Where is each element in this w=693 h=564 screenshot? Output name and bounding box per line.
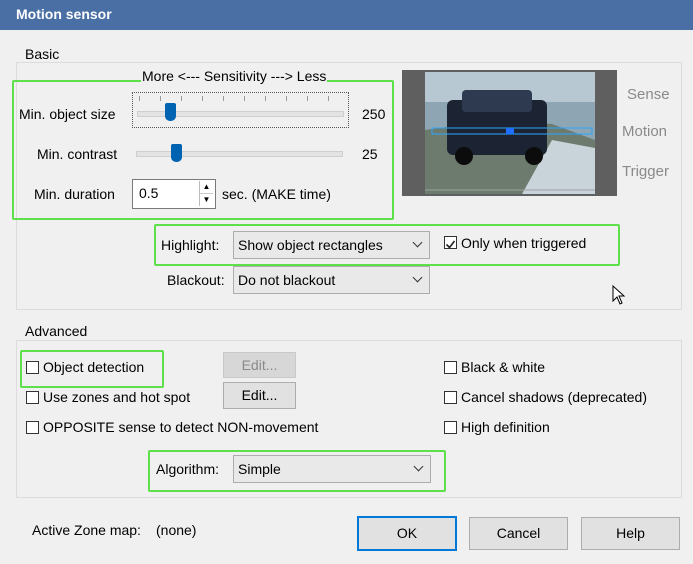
trigger-label: Trigger <box>622 163 669 180</box>
min-duration-spinner[interactable]: 0.5 ▲ ▼ <box>132 179 216 209</box>
high-definition-label[interactable]: High definition <box>461 419 550 435</box>
advanced-legend: Advanced <box>21 323 92 339</box>
use-zones-label[interactable]: Use zones and hot spot <box>43 389 190 405</box>
highlight-selected: Show object rectangles <box>238 237 383 253</box>
window-title: Motion sensor <box>16 6 112 22</box>
spin-down-button[interactable]: ▼ <box>199 194 213 206</box>
high-definition-checkbox[interactable] <box>444 421 457 434</box>
opposite-sense-label[interactable]: OPPOSITE sense to detect NON-movement <box>43 419 318 435</box>
motion-label: Motion <box>622 123 668 140</box>
slider-tick <box>181 96 182 101</box>
use-zones-checkbox[interactable] <box>26 391 39 404</box>
cancel-shadows-label[interactable]: Cancel shadows (deprecated) <box>461 389 647 405</box>
slider-tick <box>223 96 224 101</box>
only-when-triggered-checkbox[interactable] <box>444 236 457 249</box>
blackout-label: Blackout: <box>167 272 225 288</box>
object-detection-label[interactable]: Object detection <box>43 359 144 375</box>
sensitivity-caption: More <--- Sensitivity ---> Less <box>141 68 328 84</box>
blackout-selected: Do not blackout <box>238 272 336 288</box>
slider-track <box>136 151 343 157</box>
camera-preview <box>402 70 617 196</box>
camera-preview-image <box>425 72 595 194</box>
min-contrast-label: Min. contrast <box>37 146 118 162</box>
slider-tick <box>202 96 203 101</box>
slider-thumb[interactable] <box>171 144 182 162</box>
slider-tick <box>265 96 266 101</box>
black-white-checkbox[interactable] <box>444 361 457 374</box>
checkmark-icon <box>445 240 456 249</box>
opposite-sense-checkbox[interactable] <box>26 421 39 434</box>
blackout-dropdown[interactable]: Do not blackout <box>233 266 430 294</box>
slider-thumb[interactable] <box>165 103 176 121</box>
slider-tick <box>307 96 308 101</box>
slider-tick <box>160 96 161 101</box>
title-bar[interactable]: Motion sensor <box>0 0 693 30</box>
min-duration-label: Min. duration <box>34 186 115 202</box>
slider-tick <box>244 96 245 101</box>
min-object-size-label: Min. object size <box>19 106 116 122</box>
sense-label: Sense <box>627 86 670 103</box>
basic-legend: Basic <box>21 46 64 62</box>
use-zones-edit-button[interactable]: Edit... <box>223 382 296 409</box>
object-detection-edit-button[interactable]: Edit... <box>223 352 296 378</box>
min-contrast-value: 25 <box>362 146 378 162</box>
algorithm-dropdown[interactable]: Simple <box>233 455 431 483</box>
help-button[interactable]: Help <box>581 517 680 550</box>
spin-up-button[interactable]: ▲ <box>199 181 213 194</box>
min-duration-input[interactable]: 0.5 <box>139 185 158 201</box>
chevron-down-icon <box>412 237 423 248</box>
cancel-button[interactable]: Cancel <box>469 517 568 550</box>
min-contrast-slider[interactable] <box>132 136 347 164</box>
only-when-triggered-label[interactable]: Only when triggered <box>461 235 586 251</box>
min-object-size-slider[interactable] <box>132 92 349 128</box>
min-duration-unit: sec. (MAKE time) <box>222 186 331 202</box>
slider-tick <box>286 96 287 101</box>
chevron-down-icon <box>413 461 424 472</box>
chevron-down-icon <box>412 272 423 283</box>
black-white-label[interactable]: Black & white <box>461 359 545 375</box>
highlight-dropdown[interactable]: Show object rectangles <box>233 231 430 259</box>
algorithm-label: Algorithm: <box>156 461 220 477</box>
algorithm-selected: Simple <box>238 461 281 477</box>
ok-button[interactable]: OK <box>357 516 457 551</box>
highlight-label: Highlight: <box>161 237 220 253</box>
object-detection-checkbox[interactable] <box>26 361 39 374</box>
cancel-shadows-checkbox[interactable] <box>444 391 457 404</box>
mouse-cursor-icon <box>612 285 626 305</box>
slider-tick <box>139 96 140 101</box>
min-object-size-value: 250 <box>362 106 386 122</box>
active-zone-value: (none) <box>156 522 197 538</box>
slider-tick <box>328 96 329 101</box>
active-zone-label: Active Zone map: <box>32 522 141 538</box>
